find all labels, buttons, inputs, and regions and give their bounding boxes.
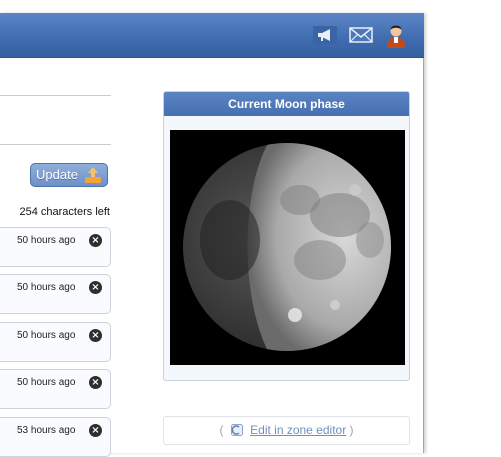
upload-icon bbox=[84, 166, 102, 184]
comment-card: 50 hours ago × bbox=[0, 227, 111, 267]
megaphone-icon[interactable] bbox=[313, 26, 337, 44]
comment-timestamp: 50 hours ago bbox=[17, 282, 76, 293]
zone-editor-bar: ( Edit in zone editor ) bbox=[163, 416, 410, 445]
edit-in-zone-editor-link[interactable]: Edit in zone editor bbox=[250, 423, 346, 437]
comment-card: 53 hours ago × bbox=[0, 417, 111, 457]
comment-card: 50 hours ago × bbox=[0, 274, 111, 314]
comment-timestamp: 50 hours ago bbox=[17, 235, 76, 246]
characters-left-counter: 254 characters left bbox=[19, 206, 111, 218]
moon-phase-widget: Current Moon phase bbox=[163, 91, 410, 381]
zone-editor-close-paren: ) bbox=[349, 423, 354, 437]
comment-timestamp: 50 hours ago bbox=[17, 330, 76, 341]
moon-phase-image bbox=[170, 130, 405, 365]
update-button-label: Update bbox=[36, 167, 78, 182]
comment-card: 50 hours ago × bbox=[0, 322, 111, 362]
close-icon[interactable]: × bbox=[89, 281, 102, 294]
app-window: Update 254 characters left 50 hours ago … bbox=[0, 13, 424, 457]
mail-icon[interactable] bbox=[349, 26, 373, 44]
update-button[interactable]: Update bbox=[30, 163, 108, 187]
content-divider bbox=[0, 95, 111, 96]
moon-phase-title: Current Moon phase bbox=[164, 92, 409, 116]
close-icon[interactable]: × bbox=[89, 329, 102, 342]
comment-card: 50 hours ago × bbox=[0, 369, 111, 409]
close-icon[interactable]: × bbox=[89, 376, 102, 389]
top-header-bar bbox=[0, 13, 424, 58]
close-icon[interactable]: × bbox=[89, 234, 102, 247]
user-icon[interactable] bbox=[385, 22, 407, 48]
comment-timestamp: 50 hours ago bbox=[17, 377, 76, 388]
content-divider bbox=[0, 144, 111, 145]
zone-editor-icon bbox=[230, 419, 243, 436]
close-icon[interactable]: × bbox=[89, 424, 102, 437]
zone-editor-open-paren: ( bbox=[219, 423, 224, 437]
comment-timestamp: 53 hours ago bbox=[17, 425, 76, 436]
